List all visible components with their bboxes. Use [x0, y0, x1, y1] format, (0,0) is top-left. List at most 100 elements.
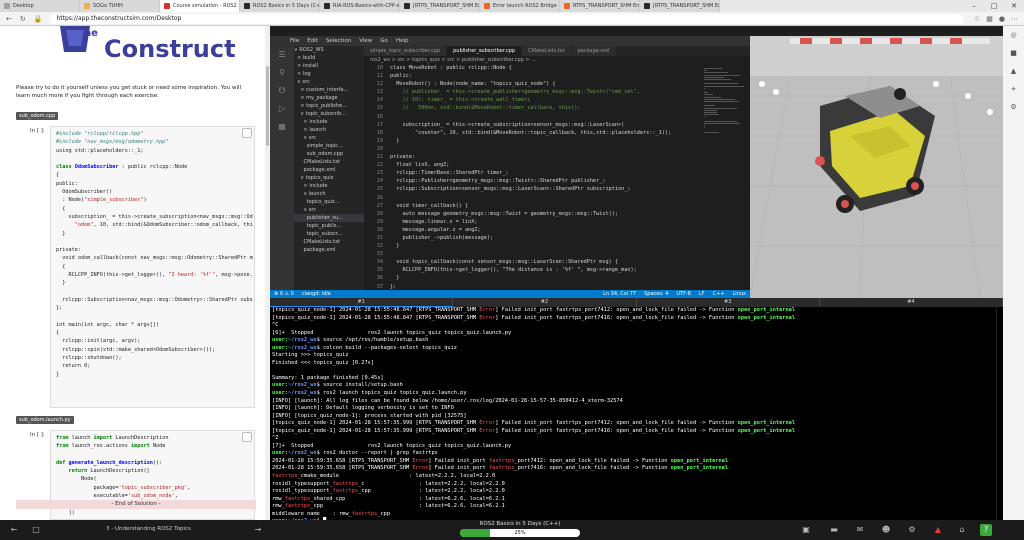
copy-code-button[interactable]: [242, 432, 252, 442]
browser-tab[interactable]: Course simulation - ROS2 B: [160, 0, 240, 12]
profile-icon[interactable]: ●: [999, 15, 1005, 23]
explorer-item[interactable]: > launch: [294, 126, 364, 134]
files-icon[interactable]: ☰: [270, 46, 294, 64]
source-control-icon[interactable]: ☋: [270, 82, 294, 100]
explorer-item[interactable]: > build: [294, 54, 364, 62]
browser-tab[interactable]: Desktop: [0, 0, 80, 12]
explorer-item[interactable]: ∨ src: [294, 134, 364, 142]
explorer-item[interactable]: > include: [294, 182, 364, 190]
code-cell-sub-odom-cpp[interactable]: #include "rclcpp/rclcpp.hpp" #include "na…: [50, 126, 255, 408]
extensions-icon[interactable]: ▦: [986, 15, 993, 23]
chat-icon[interactable]: ✉: [854, 524, 866, 536]
star-icon[interactable]: ☆: [974, 15, 980, 23]
terminal-tab[interactable]: #2: [453, 298, 637, 307]
explorer-item[interactable]: package.xml: [294, 166, 364, 174]
reload-icon[interactable]: ↻: [20, 15, 26, 23]
explorer-item[interactable]: topic_subscr...: [294, 230, 364, 238]
copy-code-button[interactable]: [242, 128, 252, 138]
explorer-item[interactable]: package.xml: [294, 246, 364, 254]
monitor-icon[interactable]: ▬: [828, 524, 840, 536]
home-icon[interactable]: ⌂: [956, 524, 968, 536]
status-item[interactable]: Linux: [733, 290, 746, 298]
code-token: };: [56, 305, 63, 312]
browser-tab[interactable]: [RTPS_TRANSPORT_SHM Error]: [640, 0, 720, 12]
explorer-item[interactable]: ∨ src: [294, 78, 364, 86]
browser-tab[interactable]: Error launch ROS2 Bridge - Om: [480, 0, 560, 12]
status-item[interactable]: LF: [699, 290, 705, 298]
url-field[interactable]: https://app.theconstructsim.com/Desktop: [50, 13, 964, 24]
run-debug-icon[interactable]: ▷: [270, 100, 294, 118]
terminal-tab[interactable]: #4: [819, 298, 1003, 307]
status-item[interactable]: UTF-8: [676, 290, 691, 298]
explorer-item[interactable]: simple_topic...: [294, 142, 364, 150]
menu-item-go[interactable]: Go: [380, 38, 388, 44]
settings-icon[interactable]: ⚙: [1003, 98, 1024, 116]
menu-item-selection[interactable]: Selection: [326, 38, 351, 44]
robot-icon[interactable]: ☻: [880, 524, 892, 536]
gazebo-simulation-view[interactable]: [750, 36, 1003, 298]
terminal-output[interactable]: [topics_quiz_node-1] 2024-01-28 15:55:48…: [270, 307, 1003, 520]
menu-item-help[interactable]: Help: [396, 38, 409, 44]
terminal-tab[interactable]: #3: [636, 298, 820, 307]
explorer-item[interactable]: CMakeLists.txt: [294, 238, 364, 246]
browser-tab[interactable]: RTPS_TRANSPORT_SHM Error o: [560, 0, 640, 12]
explorer-item[interactable]: > log: [294, 70, 364, 78]
menu-item-view[interactable]: View: [359, 38, 372, 44]
explorer-item[interactable]: > install: [294, 62, 364, 70]
menu-item-edit[interactable]: Edit: [307, 38, 318, 44]
menu-item-file[interactable]: File: [290, 38, 299, 44]
explorer-item[interactable]: ∨ launch: [294, 190, 364, 198]
browser-tab[interactable]: SOGo TUHH: [80, 0, 160, 12]
browser-tab[interactable]: RIA-ROS-Basics-with-CPP-in-5-: [320, 0, 400, 12]
explorer-item[interactable]: > custom_interfa...: [294, 86, 364, 94]
chrome-icon[interactable]: ◎: [1003, 26, 1024, 44]
extensions-icon[interactable]: ▦: [270, 118, 294, 136]
explorer-item[interactable]: ∨ topic_subscrib...: [294, 110, 364, 118]
forward-arrow-icon[interactable]: →: [252, 524, 264, 536]
status-item[interactable]: C++: [713, 290, 725, 298]
explorer-item[interactable]: sub_odom.cpp: [294, 150, 364, 158]
back-icon[interactable]: ←: [6, 15, 12, 23]
editor-tab[interactable]: package.xml: [571, 46, 617, 56]
menu-icon[interactable]: ⋯: [1011, 15, 1018, 23]
explorer-item[interactable]: > my_package: [294, 94, 364, 102]
explorer-item[interactable]: > include: [294, 118, 364, 126]
explorer-item[interactable]: topic_publis...: [294, 222, 364, 230]
address-bar-row: ← ↻ 🔒 https://app.theconstructsim.com/De…: [0, 12, 1024, 26]
minimap-line: [704, 120, 737, 122]
status-item[interactable]: Spaces: 4: [644, 290, 668, 298]
terminal-scrollbar[interactable]: [996, 307, 1003, 520]
editor-tab[interactable]: publisher_subscriber.cpp: [447, 46, 523, 56]
terminal-tab[interactable]: #1: [270, 298, 454, 307]
explorer-item[interactable]: ∨ topics_quiz: [294, 174, 364, 182]
minimize-icon[interactable]: –: [964, 0, 984, 12]
screen-icon[interactable]: ▣: [800, 524, 812, 536]
editor-tab[interactable]: simple_topic_subscriber.cpp: [364, 46, 448, 56]
maximize-icon[interactable]: □: [984, 0, 1004, 12]
help-icon[interactable]: ?: [980, 524, 992, 536]
browser-tab[interactable]: [RTPS_TRANSPORT_SHM Error]: [400, 0, 480, 12]
status-item[interactable]: Ln 34, Col 77: [603, 290, 636, 298]
explorer-item[interactable]: > topic_publishe...: [294, 102, 364, 110]
editor-code[interactable]: class MoveRobot : public rclcpp::Node {p…: [390, 64, 700, 290]
square-icon[interactable]: □: [30, 524, 42, 536]
minimap[interactable]: [700, 64, 750, 290]
add-icon[interactable]: +: [1003, 80, 1024, 98]
close-icon[interactable]: ✕: [1004, 0, 1024, 12]
minimap-line: [704, 92, 708, 94]
warning-icon[interactable]: ▲: [932, 524, 944, 536]
explorer-item[interactable]: topics_quiz...: [294, 198, 364, 206]
blue-icon[interactable]: ■: [1003, 44, 1024, 62]
explorer-item[interactable]: ∨ src: [294, 206, 364, 214]
gear-icon[interactable]: ⚙: [906, 524, 918, 536]
explorer-item[interactable]: publisher_su...: [294, 214, 364, 222]
office-icon[interactable]: ▲: [1003, 62, 1024, 80]
browser-tab[interactable]: ROS2 Basics in 5 Days (C++): [240, 0, 320, 12]
explorer-item[interactable]: ∨ ROS2_WS: [294, 46, 364, 54]
back-arrow-icon[interactable]: ←: [8, 524, 20, 536]
editor-tab[interactable]: CMakeLists.txt: [522, 46, 572, 56]
explorer-item[interactable]: CMakeLists.txt: [294, 158, 364, 166]
problems-status[interactable]: ⊗ 0 ⚠ 0: [274, 290, 294, 298]
search-icon[interactable]: ⚲: [270, 64, 294, 82]
unit-label[interactable]: 3 - Understanding ROS2 Topics: [106, 526, 191, 532]
